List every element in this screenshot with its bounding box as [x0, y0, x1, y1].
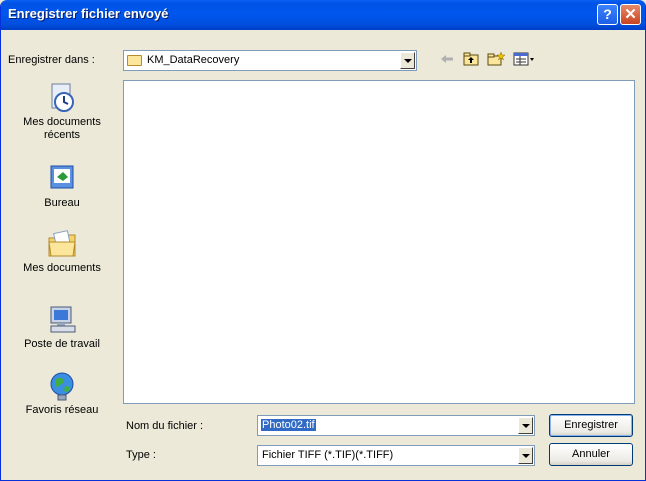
my-computer-icon	[50, 306, 76, 333]
save-button[interactable]: Enregistrer	[549, 414, 633, 437]
place-network[interactable]: Favoris réseau	[7, 370, 117, 417]
filename-dropdown-arrow[interactable]	[518, 417, 533, 434]
up-folder-icon[interactable]	[463, 52, 479, 66]
close-button[interactable]: ✕	[620, 4, 641, 25]
new-folder-icon[interactable]	[487, 52, 505, 66]
filename-input[interactable]: Photo02.tif	[257, 415, 535, 436]
location-combobox[interactable]: KM_DataRecovery	[123, 50, 417, 71]
type-select[interactable]: Fichier TIFF (*.TIF)(*.TIFF)	[257, 445, 535, 466]
folder-icon	[127, 55, 142, 66]
type-value: Fichier TIFF (*.TIF)(*.TIFF)	[262, 449, 394, 461]
type-dropdown-arrow[interactable]	[518, 447, 533, 464]
help-button[interactable]: ?	[597, 4, 618, 25]
place-label-network: Favoris réseau	[25, 404, 99, 416]
filename-label: Nom du fichier :	[126, 420, 204, 432]
title-bar[interactable]: Enregistrer fichier envoyé ? ✕	[1, 0, 645, 30]
place-label-documents: Mes documents	[23, 262, 101, 274]
place-my-computer[interactable]: Poste de travail	[7, 304, 117, 351]
place-label-desktop: Bureau	[44, 197, 80, 209]
filename-value: Photo02.tif	[261, 419, 316, 431]
place-label-recent: Mes documents récents	[23, 116, 101, 141]
my-documents-icon	[48, 230, 76, 257]
back-arrow-icon[interactable]	[439, 52, 455, 66]
save-dialog: Enregistrer fichier envoyé ? ✕ Enregistr…	[0, 0, 646, 481]
file-list[interactable]	[123, 80, 635, 404]
view-menu-icon[interactable]	[513, 52, 535, 66]
place-label-computer: Poste de travail	[24, 338, 100, 350]
location-value: KM_DataRecovery	[147, 54, 240, 66]
place-my-documents[interactable]: Mes documents	[7, 228, 117, 275]
location-dropdown-arrow[interactable]	[400, 52, 415, 69]
places-bar: Mes documents récents Bureau Mes documen…	[7, 80, 117, 440]
recent-documents-icon	[51, 83, 74, 112]
desktop-icon	[50, 165, 74, 189]
save-in-label: Enregistrer dans :	[8, 54, 95, 66]
cancel-button[interactable]: Annuler	[549, 443, 633, 466]
type-label: Type :	[126, 449, 156, 461]
window-title: Enregistrer fichier envoyé	[8, 6, 169, 21]
place-recent-documents[interactable]: Mes documents récents	[7, 82, 117, 142]
network-places-icon	[50, 372, 74, 401]
place-desktop[interactable]: Bureau	[7, 163, 117, 210]
